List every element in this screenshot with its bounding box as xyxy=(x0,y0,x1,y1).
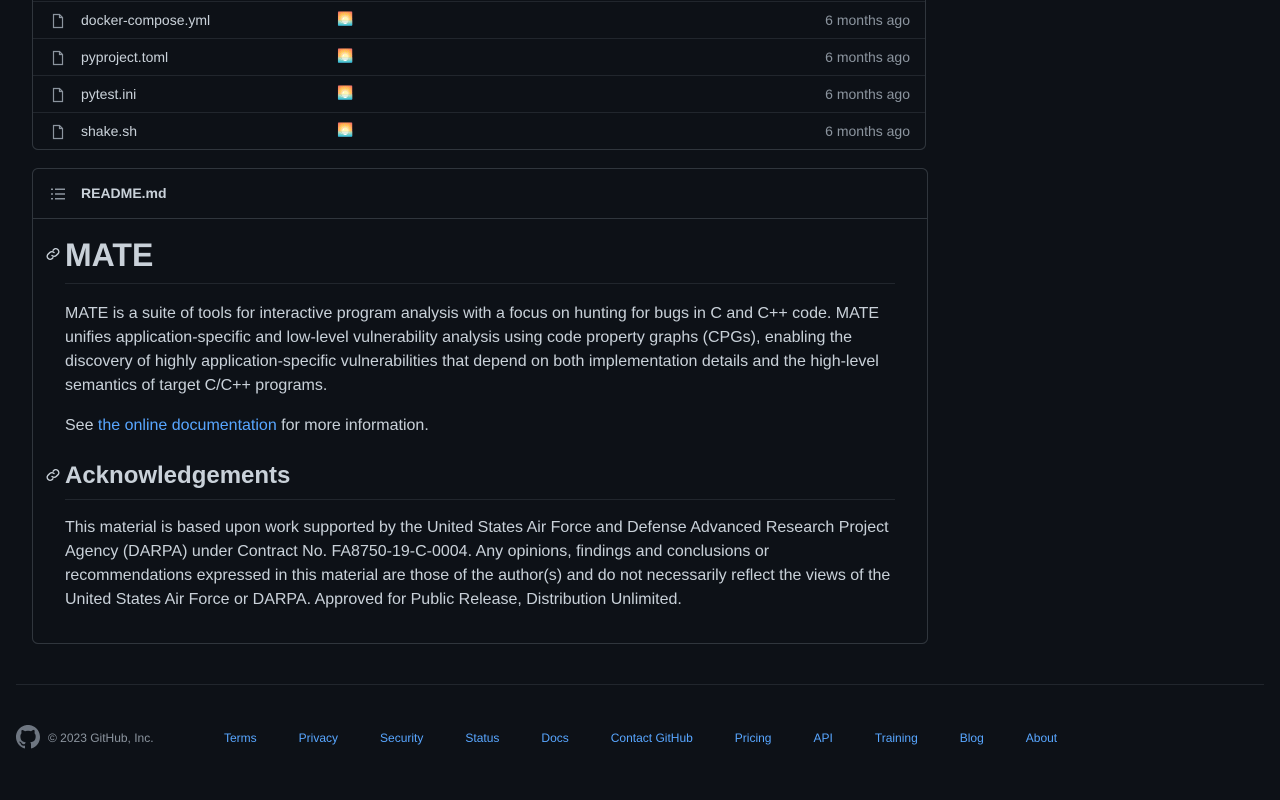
file-age: 6 months ago xyxy=(825,86,910,102)
readme-filename[interactable]: README.md xyxy=(81,185,167,201)
footer-link-about[interactable]: About xyxy=(1026,731,1057,745)
footer-link-status[interactable]: Status xyxy=(465,731,499,745)
footer-link-blog[interactable]: Blog xyxy=(960,731,984,745)
footer-link-terms[interactable]: Terms xyxy=(224,731,257,745)
footer-link-contact-github[interactable]: Contact GitHub xyxy=(611,731,693,745)
footer-link-docs[interactable]: Docs xyxy=(541,731,568,745)
sunrise-icon[interactable]: 🌅 xyxy=(337,11,353,27)
file-icon xyxy=(52,50,64,66)
see-suffix: for more information. xyxy=(276,417,429,434)
file-name-link[interactable]: docker-compose.yml xyxy=(81,12,210,28)
file-name-link[interactable]: shake.sh xyxy=(81,123,137,139)
footer-divider xyxy=(16,684,1264,685)
sunrise-icon[interactable]: 🌅 xyxy=(337,122,353,138)
sunrise-icon[interactable]: 🌅 xyxy=(337,85,353,101)
readme-heading-mate: MATE xyxy=(65,235,895,284)
footer-link-api[interactable]: API xyxy=(813,731,832,745)
file-list: docker-compose.yml 🌅 6 months ago pyproj… xyxy=(32,0,926,150)
footer-links: Terms Privacy Security Status Docs Conta… xyxy=(224,731,1099,745)
readme-acknowledgements-paragraph: This material is based upon work support… xyxy=(65,519,891,608)
readme-box: README.md MATE MATE is a suite of tools … xyxy=(32,168,928,644)
footer-copyright: © 2023 GitHub, Inc. xyxy=(48,731,154,745)
file-age: 6 months ago xyxy=(825,123,910,139)
link-icon[interactable] xyxy=(45,246,61,262)
file-row[interactable]: shake.sh 🌅 6 months ago xyxy=(33,112,925,149)
file-age: 6 months ago xyxy=(825,49,910,65)
sunrise-icon[interactable]: 🌅 xyxy=(337,48,353,64)
readme-header: README.md xyxy=(33,169,927,219)
footer-link-security[interactable]: Security xyxy=(380,731,423,745)
readme-heading-acknowledgements: Acknowledgements xyxy=(65,461,895,500)
link-icon[interactable] xyxy=(45,467,61,483)
readme-intro-paragraph: MATE is a suite of tools for interactive… xyxy=(65,305,880,394)
file-age: 6 months ago xyxy=(825,12,910,28)
file-row[interactable]: pytest.ini 🌅 6 months ago xyxy=(33,75,925,112)
github-logo-icon[interactable] xyxy=(16,725,40,749)
file-icon xyxy=(52,124,64,140)
see-prefix: See xyxy=(65,417,98,434)
file-icon xyxy=(52,13,64,29)
file-icon xyxy=(52,87,64,103)
footer-link-privacy[interactable]: Privacy xyxy=(299,731,338,745)
table-of-contents-icon[interactable] xyxy=(50,186,66,202)
footer-link-training[interactable]: Training xyxy=(875,731,918,745)
file-name-link[interactable]: pytest.ini xyxy=(81,86,136,102)
file-row[interactable]: docker-compose.yml 🌅 6 months ago xyxy=(33,1,925,38)
readme-see-paragraph: See the online documentation for more in… xyxy=(65,414,895,438)
online-documentation-link[interactable]: the online documentation xyxy=(98,417,277,434)
file-name-link[interactable]: pyproject.toml xyxy=(81,49,168,65)
file-row[interactable]: pyproject.toml 🌅 6 months ago xyxy=(33,38,925,75)
footer-link-pricing[interactable]: Pricing xyxy=(735,731,772,745)
